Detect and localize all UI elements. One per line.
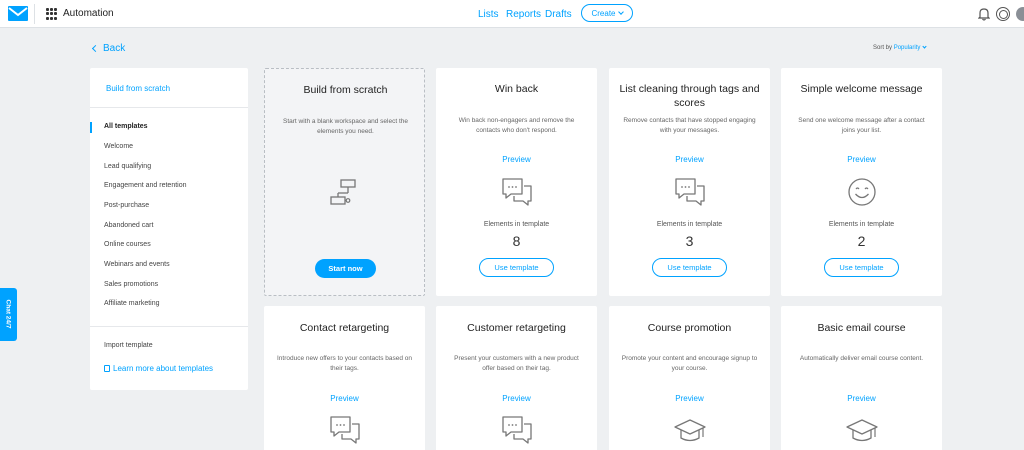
card-description: Send one welcome message after a contact… (798, 117, 925, 134)
nav-lists[interactable]: Lists (478, 9, 499, 20)
sidebar-item-online-courses[interactable]: Online courses (104, 241, 151, 248)
chat-widget-tab[interactable]: Chat 24/7 (0, 288, 17, 341)
elements-label: Elements in template (828, 221, 895, 228)
card-title: Build from scratch (303, 84, 388, 96)
card-description: Remove contacts that have stopped engagi… (623, 117, 756, 134)
template-card: Simple welcome message Send one welcome … (781, 68, 942, 296)
template-sidebar: Build from scratch All templates Welcome… (90, 68, 248, 390)
sidebar-item-abandoned-cart[interactable]: Abandoned cart (104, 222, 153, 229)
preview-link[interactable]: Preview (781, 155, 942, 164)
sort-value: Popularity (893, 45, 921, 51)
preview-link[interactable]: Preview (264, 394, 425, 403)
sidebar-item-lead-qualifying[interactable]: Lead qualifying (104, 163, 151, 170)
elements-label: Elements in template (483, 221, 550, 228)
help-icon[interactable] (996, 7, 1010, 21)
preview-link[interactable]: Preview (781, 394, 942, 403)
envelope-logo-icon[interactable] (8, 6, 28, 21)
sidebar-item-post-purchase[interactable]: Post-purchase (104, 202, 149, 209)
chat-bubbles-icon (502, 178, 532, 206)
template-card: Basic email course Automatically deliver… (781, 306, 942, 450)
elements-count: 3 (685, 233, 694, 249)
sidebar-item-sales-promotions[interactable]: Sales promotions (104, 281, 158, 288)
chat-widget-label: Chat 24/7 (4, 299, 12, 329)
sidebar-learn-more-link[interactable]: Learn more about templates (104, 364, 213, 373)
card-title: Customer retargeting (467, 322, 566, 334)
back-label: Back (103, 43, 126, 54)
card-title: List cleaning through tags and scores (619, 83, 760, 109)
card-description: Present your customers with a new produc… (454, 355, 579, 372)
create-button[interactable]: Create (581, 4, 633, 22)
sidebar-divider (90, 107, 248, 108)
card-description: Automatically deliver email course conte… (799, 355, 924, 362)
sidebar-item-welcome[interactable]: Welcome (104, 143, 133, 150)
bell-icon[interactable] (978, 7, 990, 21)
build-from-scratch-card: Build from scratch Start with a blank wo… (264, 68, 425, 296)
back-link[interactable]: Back (91, 43, 126, 54)
graduation-cap-icon (674, 419, 706, 442)
template-card: Course promotion Promote your content an… (609, 306, 770, 450)
card-title: Win back (494, 83, 539, 95)
document-icon (104, 365, 110, 372)
preview-link[interactable]: Preview (609, 394, 770, 403)
graduation-cap-icon (846, 419, 878, 442)
template-card: List cleaning through tags and scores Re… (609, 68, 770, 296)
chevron-down-icon (617, 9, 624, 15)
chevron-left-icon (91, 44, 100, 53)
elements-count: 8 (512, 233, 521, 249)
apps-grid-icon[interactable] (46, 8, 58, 20)
sort-control[interactable]: Sort by Popularity (873, 44, 927, 51)
preview-link[interactable]: Preview (436, 155, 597, 164)
header-divider (34, 4, 35, 24)
card-description: Start with a blank workspace and select … (282, 118, 408, 135)
sort-label: Sort by (873, 45, 893, 51)
smiley-icon (848, 178, 876, 206)
use-template-button[interactable]: Use template (824, 258, 899, 277)
app-title: Automation (63, 8, 114, 19)
nav-reports[interactable]: Reports (506, 9, 541, 20)
card-description: Introduce new offers to your contacts ba… (276, 355, 413, 372)
elements-count: 2 (857, 233, 866, 249)
flow-diagram-icon (330, 179, 356, 205)
nav-drafts[interactable]: Drafts (545, 9, 572, 20)
top-bar: Automation Lists Reports Drafts Create (0, 0, 1024, 28)
card-title: Course promotion (647, 322, 732, 334)
sidebar-item-affiliate[interactable]: Affiliate marketing (104, 300, 160, 307)
template-card: Win back Win back non-engagers and remov… (436, 68, 597, 296)
chevron-down-icon (922, 44, 927, 49)
card-title: Basic email course (817, 322, 906, 334)
sidebar-item-engagement[interactable]: Engagement and retention (104, 182, 187, 189)
sidebar-import-template[interactable]: Import template (104, 342, 153, 349)
active-indicator (90, 122, 92, 133)
elements-label: Elements in template (656, 221, 723, 228)
avatar[interactable] (1016, 7, 1024, 21)
sidebar-item-all-templates[interactable]: All templates (104, 123, 148, 130)
card-title: Contact retargeting (299, 322, 390, 334)
template-card: Customer retargeting Present your custom… (436, 306, 597, 450)
use-template-button[interactable]: Use template (652, 258, 727, 277)
preview-link[interactable]: Preview (609, 155, 770, 164)
card-title: Simple welcome message (800, 83, 923, 95)
sidebar-build-from-scratch[interactable]: Build from scratch (106, 84, 170, 93)
use-template-button[interactable]: Use template (479, 258, 554, 277)
chat-bubbles-icon (675, 178, 705, 206)
chat-bubbles-icon (502, 416, 532, 444)
card-description: Win back non-engagers and remove the con… (458, 117, 575, 134)
template-card: Contact retargeting Introduce new offers… (264, 306, 425, 450)
card-description: Promote your content and encourage signu… (621, 355, 758, 372)
learn-more-label: Learn more about templates (113, 364, 214, 373)
preview-link[interactable]: Preview (436, 394, 597, 403)
sidebar-divider (90, 326, 248, 327)
sidebar-item-webinars[interactable]: Webinars and events (104, 261, 170, 268)
start-now-button[interactable]: Start now (315, 259, 376, 278)
create-button-label: Create (591, 8, 616, 18)
chat-bubbles-icon (330, 416, 360, 444)
